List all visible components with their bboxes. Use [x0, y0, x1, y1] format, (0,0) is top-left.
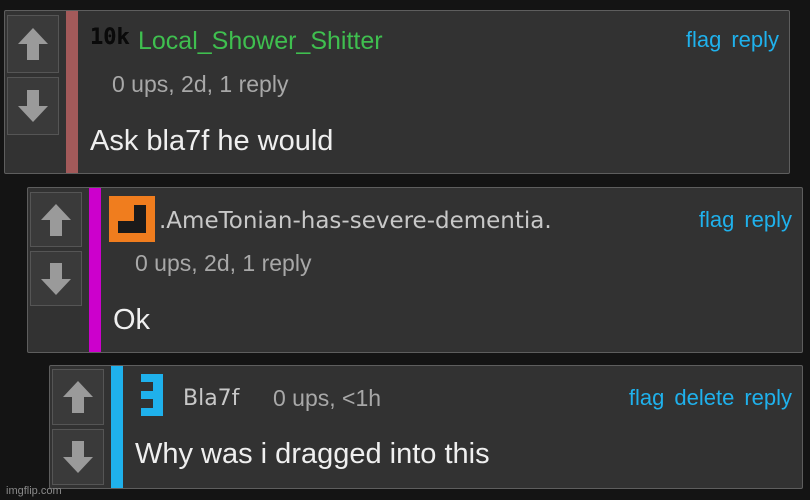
comment-3: Bla7f 0 ups, <1h flag delete reply Why w…: [49, 365, 803, 489]
vote-column: [5, 11, 61, 135]
username[interactable]: Local_Shower_Shitter: [138, 27, 383, 56]
comment-1: 10k Local_Shower_Shitter flag reply 0 up…: [4, 10, 790, 174]
downvote-button[interactable]: [7, 77, 59, 135]
comment-meta: 0 ups, 2d, 1 reply: [112, 71, 289, 97]
comment-body: Bla7f 0 ups, <1h flag delete reply Why w…: [123, 366, 802, 488]
comment-meta: 0 ups, <1h: [273, 385, 382, 411]
username[interactable]: .AmeTonian-has-severe-dementia.: [159, 208, 552, 234]
comment-actions: flag reply: [699, 207, 792, 233]
reply-link[interactable]: reply: [744, 385, 792, 411]
flag-link[interactable]: flag: [686, 27, 721, 53]
downvote-button[interactable]: [52, 429, 104, 485]
comment-actions: flag delete reply: [629, 385, 792, 411]
arrow-down-icon: [18, 90, 48, 122]
arrow-up-icon: [18, 28, 48, 60]
comment-meta: 0 ups, 2d, 1 reply: [135, 250, 312, 276]
downvote-button[interactable]: [30, 251, 82, 306]
upvote-button[interactable]: [7, 15, 59, 73]
vote-column: [28, 188, 84, 306]
vote-column: [50, 366, 106, 485]
reply-link[interactable]: reply: [731, 27, 779, 53]
comment-body: .AmeTonian-has-severe-dementia. flag rep…: [101, 188, 802, 352]
delete-link[interactable]: delete: [674, 385, 734, 411]
reply-link[interactable]: reply: [744, 207, 792, 233]
avatar-icon: [109, 196, 155, 242]
flag-link[interactable]: flag: [629, 385, 664, 411]
comment-2: .AmeTonian-has-severe-dementia. flag rep…: [27, 187, 803, 353]
comment-text: Ask bla7f he would: [90, 125, 334, 157]
thread-stripe: [89, 188, 101, 352]
upvote-button[interactable]: [30, 192, 82, 247]
arrow-up-icon: [41, 203, 71, 236]
username[interactable]: Bla7f: [183, 386, 239, 411]
thread-stripe: [66, 11, 78, 173]
upvote-button[interactable]: [52, 369, 104, 425]
arrow-down-icon: [63, 441, 93, 473]
comment-actions: flag reply: [686, 27, 779, 53]
comment-text: Why was i dragged into this: [135, 438, 490, 470]
arrow-up-icon: [63, 381, 93, 413]
rank-badge: 10k: [90, 25, 130, 50]
arrow-down-icon: [41, 262, 71, 295]
comment-text: Ok: [113, 304, 151, 336]
watermark: imgflip.com: [6, 485, 62, 497]
comment-body: 10k Local_Shower_Shitter flag reply 0 up…: [78, 11, 789, 173]
flag-link[interactable]: flag: [699, 207, 734, 233]
avatar-icon: [141, 374, 163, 416]
thread-stripe: [111, 366, 123, 488]
